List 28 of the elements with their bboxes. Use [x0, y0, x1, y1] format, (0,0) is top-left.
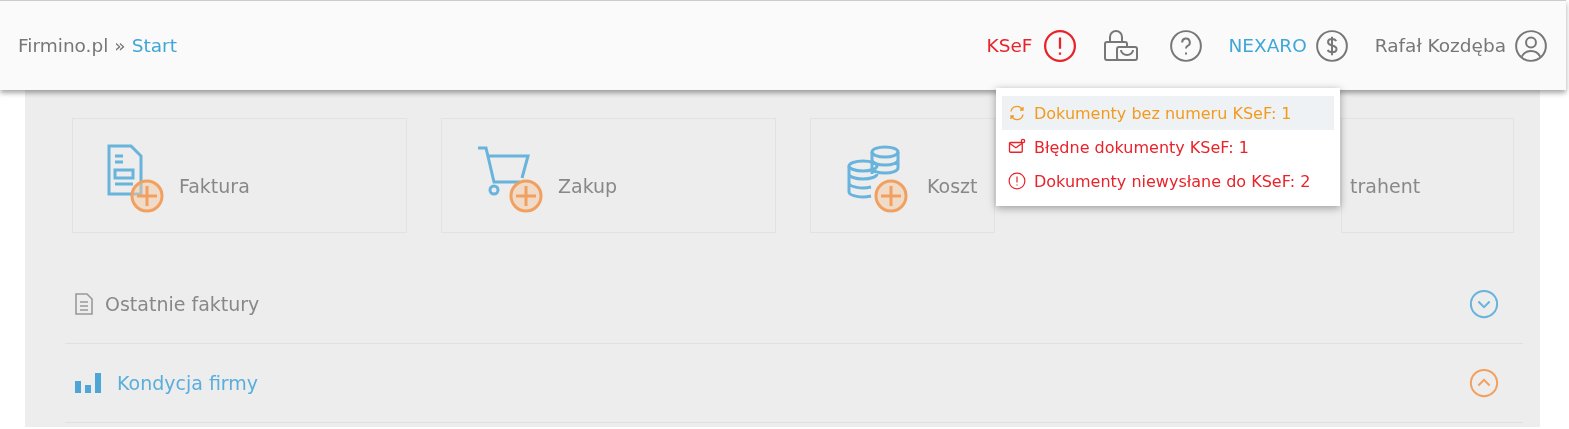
- user-icon[interactable]: [1514, 28, 1548, 63]
- tile-label: Faktura: [179, 174, 250, 197]
- ksef-menu-item[interactable]: Dokumenty bez numeru KSeF: 1: [1002, 96, 1334, 130]
- action-tile[interactable]: Zakup: [441, 118, 776, 233]
- ksef-menu-item[interactable]: Dokumenty niewysłane do KSeF: 2: [1002, 164, 1334, 198]
- action-tile[interactable]: Faktura: [72, 118, 407, 233]
- bag-icon[interactable]: [1102, 29, 1139, 62]
- sync-icon: [1008, 104, 1026, 122]
- alert-icon[interactable]: [1042, 28, 1077, 63]
- dollar-icon[interactable]: [1314, 28, 1349, 63]
- breadcrumb-separator: »: [114, 35, 126, 56]
- envelope-icon: [1008, 138, 1026, 156]
- ksef-menu-item[interactable]: Błędne dokumenty KSeF: 1: [1002, 130, 1334, 164]
- tile-label: Zakup: [558, 174, 618, 197]
- section-title[interactable]: Kondycja firmy: [117, 372, 1457, 394]
- section-title[interactable]: Ostatnie faktury: [105, 293, 1457, 315]
- action-tile[interactable]: trahent: [1341, 118, 1514, 233]
- breadcrumb-root[interactable]: Firmino.pl: [18, 35, 109, 56]
- document-icon: [75, 293, 93, 315]
- tile-label: Koszt: [927, 174, 978, 197]
- tile-label: trahent: [1350, 174, 1421, 197]
- alert-icon: [1008, 172, 1026, 190]
- user-name[interactable]: Rafał Kozdęba: [1374, 35, 1506, 56]
- breadcrumb-current[interactable]: Start: [131, 35, 177, 56]
- action-tile[interactable]: Koszt: [810, 118, 995, 233]
- ksef-label[interactable]: KSeF: [986, 35, 1033, 56]
- help-icon[interactable]: [1168, 28, 1203, 63]
- partner-link[interactable]: NEXARO: [1228, 35, 1307, 56]
